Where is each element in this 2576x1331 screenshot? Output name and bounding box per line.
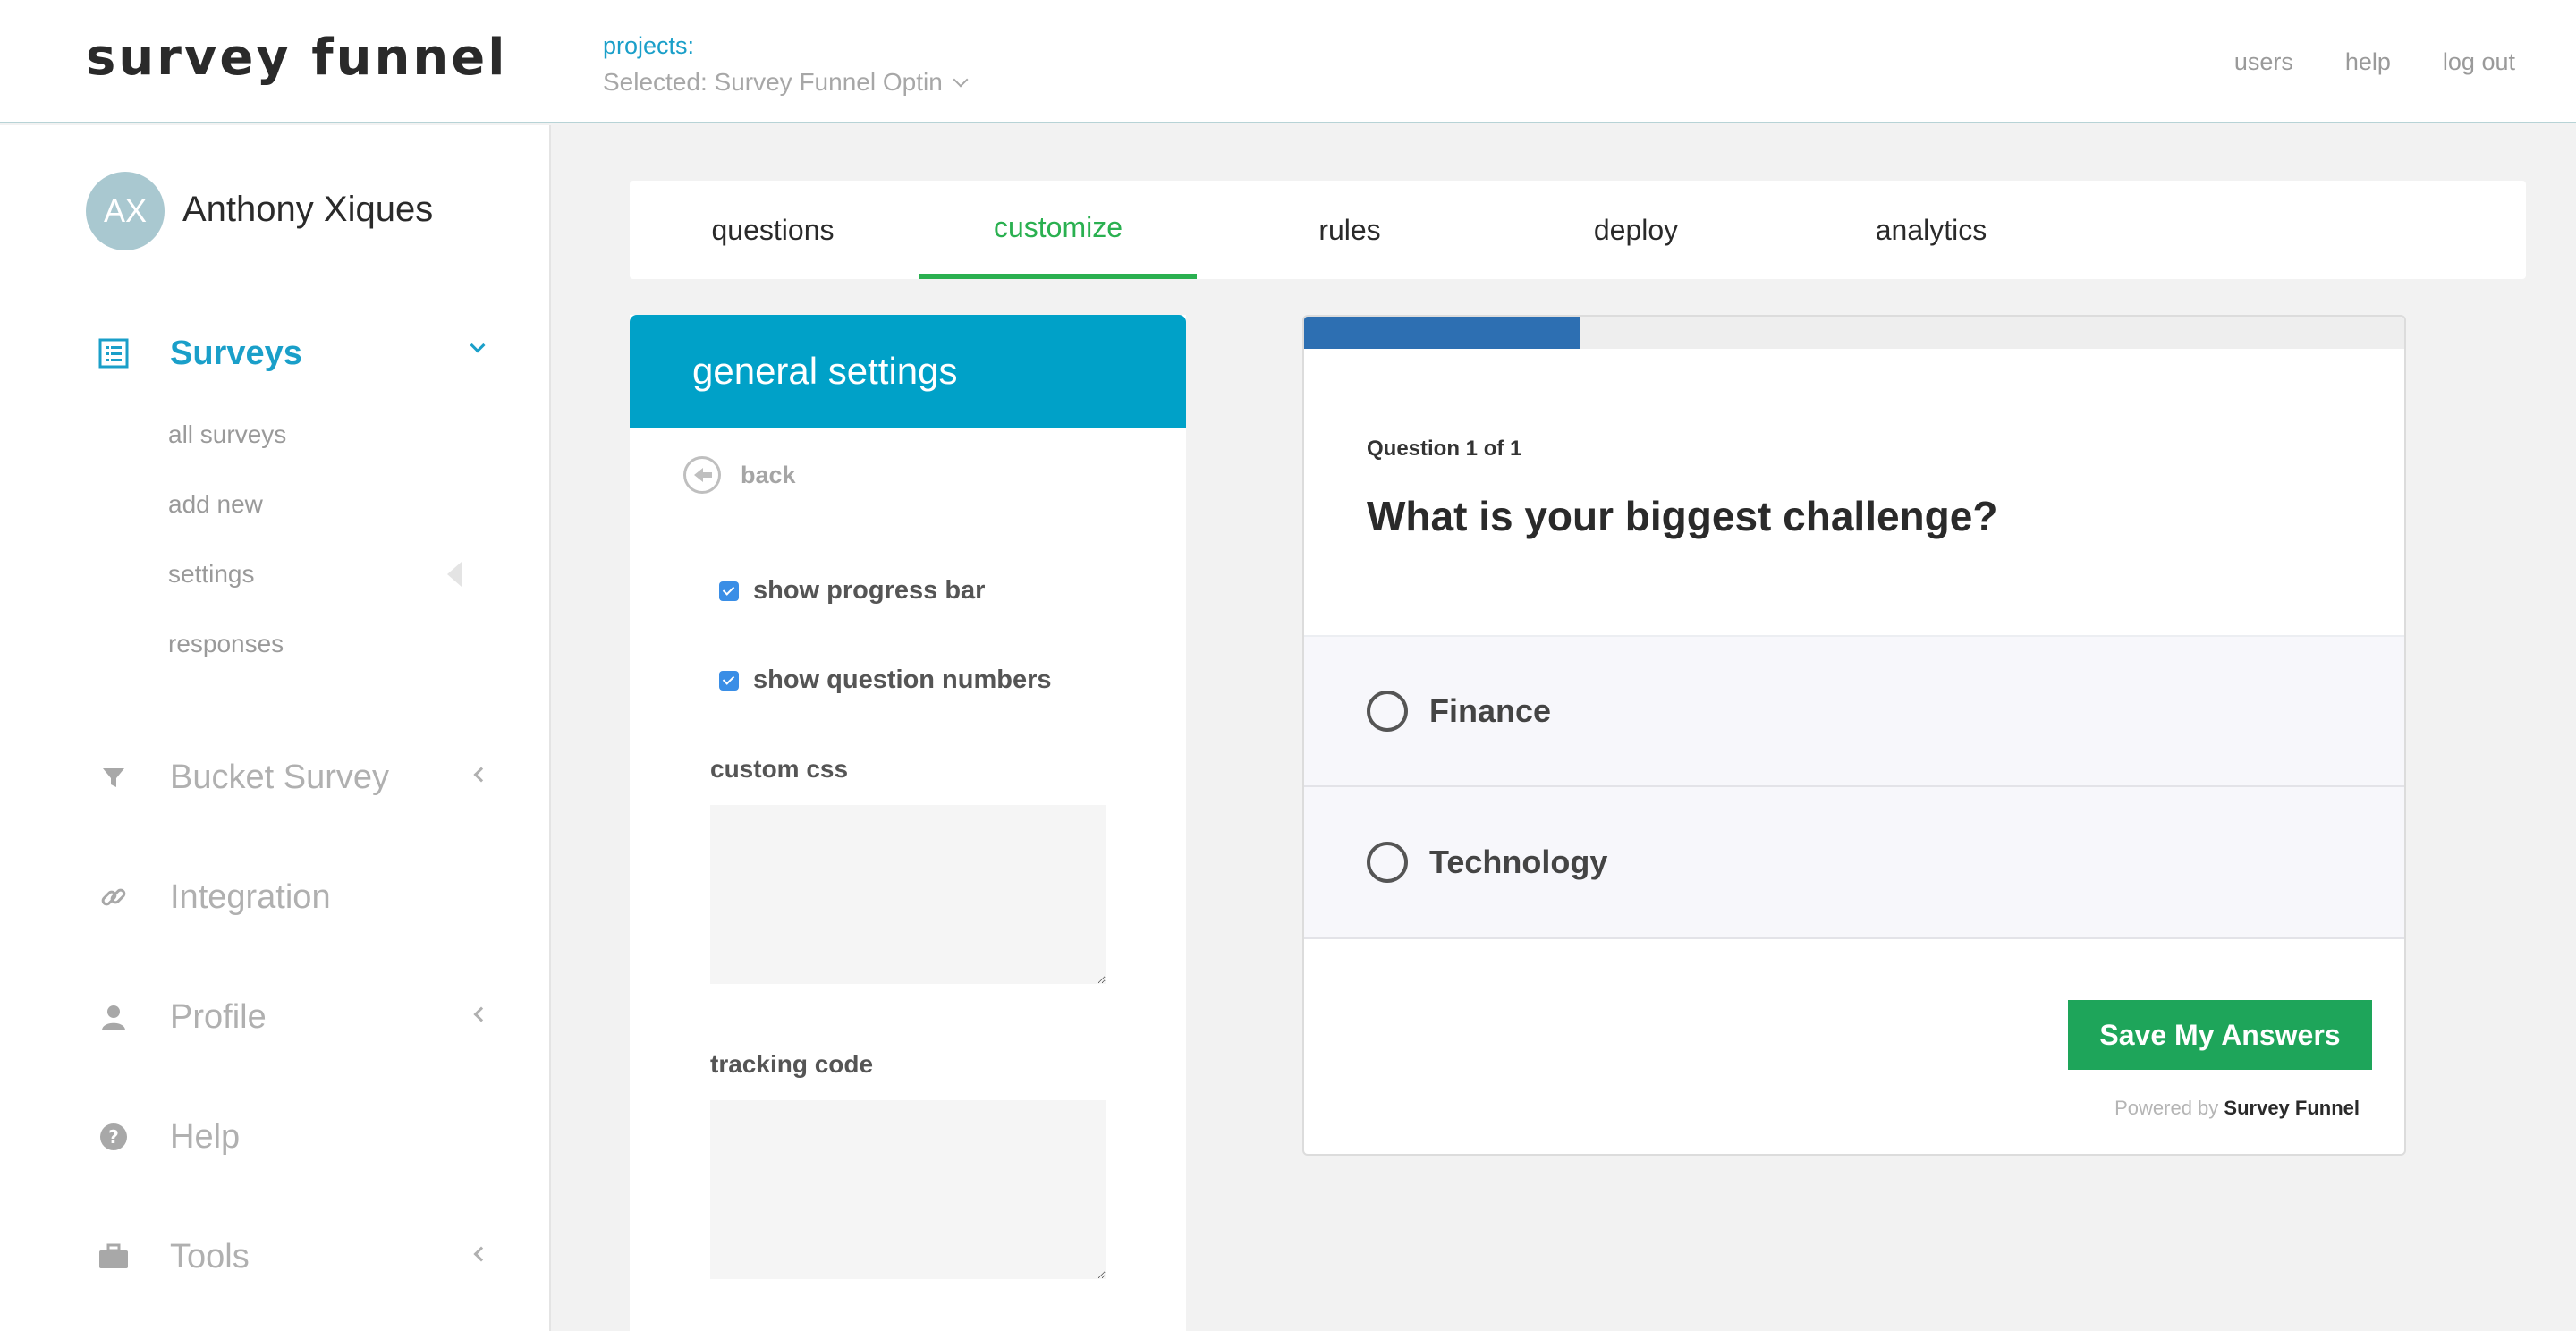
tab-analytics[interactable]: analytics	[1819, 181, 2043, 279]
chevron-down-icon	[953, 72, 969, 88]
subnav-add-new[interactable]: add new	[168, 490, 263, 519]
chevron-down-icon	[470, 337, 486, 353]
project-selector-label: Selected: Survey Funnel Optin	[603, 68, 943, 96]
project-selector[interactable]: Selected: Survey Funnel Optin	[603, 68, 969, 97]
sidebar-item-help[interactable]: ? Help	[93, 1116, 240, 1157]
sidebar-item-profile[interactable]: Profile	[93, 996, 489, 1038]
subnav-settings[interactable]: settings	[168, 560, 255, 589]
show-progress-bar-checkbox[interactable]: show progress bar	[719, 576, 985, 606]
question-number: Question 1 of 1	[1367, 437, 1522, 461]
settings-panel: general settings back show progress bar …	[630, 315, 1186, 1331]
show-question-numbers-label: show question numbers	[753, 666, 1052, 694]
checkbox-checked-icon	[719, 581, 739, 601]
checkbox-checked-icon	[719, 670, 739, 691]
chevron-left-icon	[473, 1246, 489, 1262]
user-name: Anthony Xiques	[182, 190, 434, 229]
sidebar-item-label: Help	[170, 1117, 241, 1156]
survey-preview: Question 1 of 1 What is your biggest cha…	[1302, 315, 2406, 1156]
tab-bar: questions customize rules deploy analyti…	[630, 181, 2526, 279]
answer-option-label: Finance	[1429, 692, 1552, 729]
sidebar-item-label: Integration	[170, 877, 331, 916]
user-icon	[93, 996, 134, 1038]
survey-list-icon	[93, 333, 134, 374]
show-progress-bar-label: show progress bar	[753, 576, 986, 605]
sidebar-item-label: Profile	[170, 997, 267, 1036]
radio-icon	[1367, 842, 1408, 883]
back-arrow-icon	[683, 456, 721, 494]
sidebar-item-label: Bucket Survey	[170, 758, 389, 796]
top-nav: users help log out	[2234, 48, 2515, 76]
radio-icon	[1367, 691, 1408, 732]
top-header: survey funnel projects: Selected: Survey…	[0, 0, 2576, 123]
active-indicator-icon	[447, 562, 462, 587]
sidebar-item-integration[interactable]: Integration	[93, 877, 331, 918]
sidebar-item-bucket-survey[interactable]: Bucket Survey	[93, 757, 489, 798]
answer-option[interactable]: Finance	[1304, 635, 2404, 787]
avatar[interactable]: AX	[86, 172, 165, 250]
projects-label: projects:	[603, 32, 695, 59]
sidebar: AX Anthony Xiques Surveys all surveys ad…	[0, 125, 551, 1331]
chevron-left-icon	[473, 1006, 489, 1022]
custom-css-input[interactable]	[710, 805, 1106, 984]
answer-option[interactable]: Technology	[1304, 787, 2404, 939]
logo[interactable]: survey funnel	[86, 29, 507, 87]
settings-panel-title: general settings	[630, 315, 1186, 428]
tab-customize[interactable]: customize	[919, 181, 1197, 279]
svg-text:?: ?	[108, 1126, 119, 1148]
nav-users-link[interactable]: users	[2234, 48, 2293, 76]
progress-bar-fill	[1304, 317, 1580, 349]
question-circle-icon: ?	[93, 1116, 134, 1157]
sidebar-item-surveys[interactable]: Surveys	[93, 333, 486, 374]
sidebar-item-label: Tools	[170, 1237, 250, 1276]
answer-option-label: Technology	[1429, 844, 1608, 880]
avatar-initials: AX	[103, 192, 148, 229]
tab-rules[interactable]: rules	[1256, 181, 1444, 279]
tracking-code-input[interactable]	[710, 1100, 1106, 1279]
funnel-icon	[93, 757, 134, 798]
powered-by: Powered by Survey Funnel	[2114, 1097, 2360, 1120]
link-icon	[93, 877, 134, 918]
powered-by-brand[interactable]: Survey Funnel	[2224, 1097, 2360, 1119]
nav-help-link[interactable]: help	[2345, 48, 2391, 76]
chevron-left-icon	[473, 767, 489, 783]
question-title: What is your biggest challenge?	[1367, 493, 1998, 539]
briefcase-icon	[93, 1236, 134, 1277]
progress-bar	[1304, 317, 2404, 349]
sidebar-item-tools[interactable]: Tools	[93, 1236, 489, 1277]
save-answers-button[interactable]: Save My Answers	[2068, 1000, 2372, 1070]
sidebar-item-label: Surveys	[170, 334, 302, 372]
back-label: back	[741, 461, 796, 488]
tracking-code-label: tracking code	[710, 1050, 874, 1078]
show-question-numbers-checkbox[interactable]: show question numbers	[719, 666, 1052, 695]
subnav-responses[interactable]: responses	[168, 630, 284, 658]
nav-logout-link[interactable]: log out	[2443, 48, 2515, 76]
subnav-all-surveys[interactable]: all surveys	[168, 420, 286, 449]
tab-questions[interactable]: questions	[683, 181, 862, 279]
back-button[interactable]: back	[683, 456, 796, 494]
tab-deploy[interactable]: deploy	[1542, 181, 1730, 279]
powered-by-prefix: Powered by	[2114, 1097, 2224, 1119]
custom-css-label: custom css	[710, 755, 849, 783]
